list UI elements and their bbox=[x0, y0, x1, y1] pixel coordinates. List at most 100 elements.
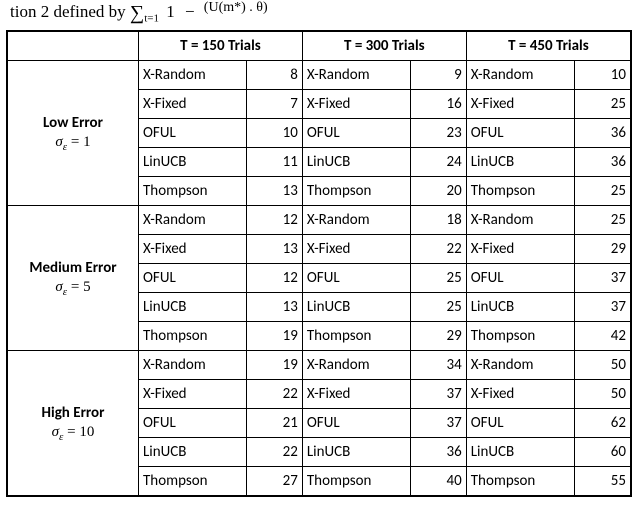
cell-algo: LinUCB bbox=[139, 293, 246, 322]
row-label-low-title: Low Error bbox=[43, 114, 103, 132]
sum-symbol: ∑ bbox=[130, 2, 144, 24]
cell-algo: Thompson bbox=[467, 322, 575, 351]
cell-val: 36 bbox=[574, 119, 630, 148]
cell-val: 18 bbox=[410, 206, 465, 235]
cell-algo: LinUCB bbox=[303, 293, 410, 322]
cell-algo: LinUCB bbox=[467, 293, 575, 322]
cell-val: 25 bbox=[574, 177, 630, 206]
header-t450-label: T = 450 Trials bbox=[508, 37, 589, 55]
block-med-t450: X-Random25 X-Fixed29 OFUL37 LinUCB37 Tho… bbox=[466, 206, 631, 351]
row-label-high-sigma: σε = 10 bbox=[8, 424, 138, 443]
block-low-t450: X-Random10 X-Fixed25 OFUL36 LinUCB36 Tho… bbox=[466, 61, 631, 206]
cell-algo: X-Fixed bbox=[303, 90, 410, 119]
cell-algo: X-Fixed bbox=[467, 380, 575, 409]
cell-val: 27 bbox=[246, 467, 301, 496]
cell-val: 10 bbox=[574, 61, 630, 90]
caption-minus: − bbox=[185, 2, 195, 21]
cell-algo: X-Fixed bbox=[467, 90, 575, 119]
caption-fraction: (U(m*) . θ) bbox=[202, 0, 270, 15]
cell-algo: LinUCB bbox=[467, 438, 575, 467]
cell-val: 50 bbox=[574, 380, 630, 409]
cell-val: 50 bbox=[574, 351, 630, 380]
cell-val: 13 bbox=[246, 293, 301, 322]
cell-algo: X-Fixed bbox=[139, 380, 246, 409]
caption-line: tion 2 defined by ∑t=1 1 − (U(m*) . θ) bbox=[10, 0, 634, 24]
cell-algo: OFUL bbox=[467, 409, 575, 438]
cell-algo: X-Fixed bbox=[303, 235, 410, 264]
cell-val: 22 bbox=[246, 438, 301, 467]
cell-val: 13 bbox=[246, 235, 301, 264]
cell-algo: Thompson bbox=[139, 177, 246, 206]
header-blank bbox=[7, 31, 139, 61]
cell-algo: OFUL bbox=[139, 264, 246, 293]
cell-val: 21 bbox=[246, 409, 301, 438]
table-row: Low Error σε = 1 X-Random8 X-Fixed7 OFUL… bbox=[7, 61, 631, 206]
row-label-high-sigma-val: 10 bbox=[79, 424, 94, 440]
table-row: Medium Error σε = 5 X-Random12 X-Fixed13… bbox=[7, 206, 631, 351]
row-label-medium-sigma: σε = 5 bbox=[8, 279, 138, 298]
cell-algo: X-Random bbox=[467, 351, 575, 380]
header-t300-label: T = 300 Trials bbox=[344, 37, 425, 55]
cell-algo: X-Random bbox=[303, 206, 410, 235]
block-med-t150: X-Random12 X-Fixed13 OFUL12 LinUCB13 Tho… bbox=[139, 206, 303, 351]
cell-algo: LinUCB bbox=[467, 148, 575, 177]
cell-val: 12 bbox=[246, 264, 301, 293]
cell-val: 60 bbox=[574, 438, 630, 467]
cell-val: 13 bbox=[246, 177, 301, 206]
block-high-t150: X-Random19 X-Fixed22 OFUL21 LinUCB22 Tho… bbox=[139, 351, 303, 497]
cell-val: 37 bbox=[574, 293, 630, 322]
cell-val: 25 bbox=[574, 90, 630, 119]
caption-one: 1 bbox=[166, 2, 175, 21]
row-label-low-sigma: σε = 1 bbox=[8, 134, 138, 153]
cell-val: 34 bbox=[410, 351, 465, 380]
cell-algo: Thompson bbox=[467, 177, 575, 206]
cell-algo: X-Fixed bbox=[303, 380, 410, 409]
cell-val: 12 bbox=[246, 206, 301, 235]
cell-algo: Thompson bbox=[303, 177, 410, 206]
cell-val: 42 bbox=[574, 322, 630, 351]
cell-val: 23 bbox=[410, 119, 465, 148]
cell-algo: Thompson bbox=[303, 467, 410, 496]
caption-frac-den: (U(m*) . θ) bbox=[202, 0, 270, 15]
cell-val: 55 bbox=[574, 467, 630, 496]
caption-prefix: tion 2 defined by bbox=[10, 2, 130, 21]
row-label-high-title: High Error bbox=[42, 404, 105, 422]
cell-algo: OFUL bbox=[139, 409, 246, 438]
cell-val: 8 bbox=[246, 61, 301, 90]
cell-val: 19 bbox=[246, 322, 301, 351]
cell-val: 16 bbox=[410, 90, 465, 119]
header-t150: T = 150 Trials bbox=[139, 31, 303, 61]
cell-algo: X-Random bbox=[139, 351, 246, 380]
cell-algo: Thompson bbox=[139, 467, 246, 496]
cell-val: 37 bbox=[574, 264, 630, 293]
cell-val: 25 bbox=[410, 264, 465, 293]
cell-algo: Thompson bbox=[467, 467, 575, 496]
cell-algo: X-Fixed bbox=[467, 235, 575, 264]
cell-val: 9 bbox=[410, 61, 465, 90]
cell-val: 11 bbox=[246, 148, 301, 177]
cell-algo: X-Random bbox=[303, 351, 410, 380]
cell-algo: OFUL bbox=[303, 409, 410, 438]
cell-val: 36 bbox=[410, 438, 465, 467]
cell-val: 22 bbox=[246, 380, 301, 409]
header-t300: T = 300 Trials bbox=[302, 31, 466, 61]
row-label-low-sigma-val: 1 bbox=[83, 134, 91, 150]
cell-algo: X-Random bbox=[467, 61, 575, 90]
row-label-medium-title: Medium Error bbox=[29, 259, 116, 277]
block-high-t300: X-Random34 X-Fixed37 OFUL37 LinUCB36 Tho… bbox=[302, 351, 466, 497]
row-label-low: Low Error σε = 1 bbox=[7, 61, 139, 206]
cell-val: 29 bbox=[410, 322, 465, 351]
cell-algo: Thompson bbox=[303, 322, 410, 351]
cell-algo: OFUL bbox=[303, 264, 410, 293]
cell-algo: OFUL bbox=[139, 119, 246, 148]
row-label-medium-sigma-val: 5 bbox=[83, 279, 91, 295]
cell-algo: X-Random bbox=[139, 206, 246, 235]
cell-val: 19 bbox=[246, 351, 301, 380]
cell-algo: LinUCB bbox=[303, 438, 410, 467]
row-label-medium: Medium Error σε = 5 bbox=[7, 206, 139, 351]
cell-algo: X-Random bbox=[467, 206, 575, 235]
cell-val: 22 bbox=[410, 235, 465, 264]
cell-algo: Thompson bbox=[139, 322, 246, 351]
cell-algo: OFUL bbox=[467, 264, 575, 293]
cell-algo: LinUCB bbox=[139, 148, 246, 177]
